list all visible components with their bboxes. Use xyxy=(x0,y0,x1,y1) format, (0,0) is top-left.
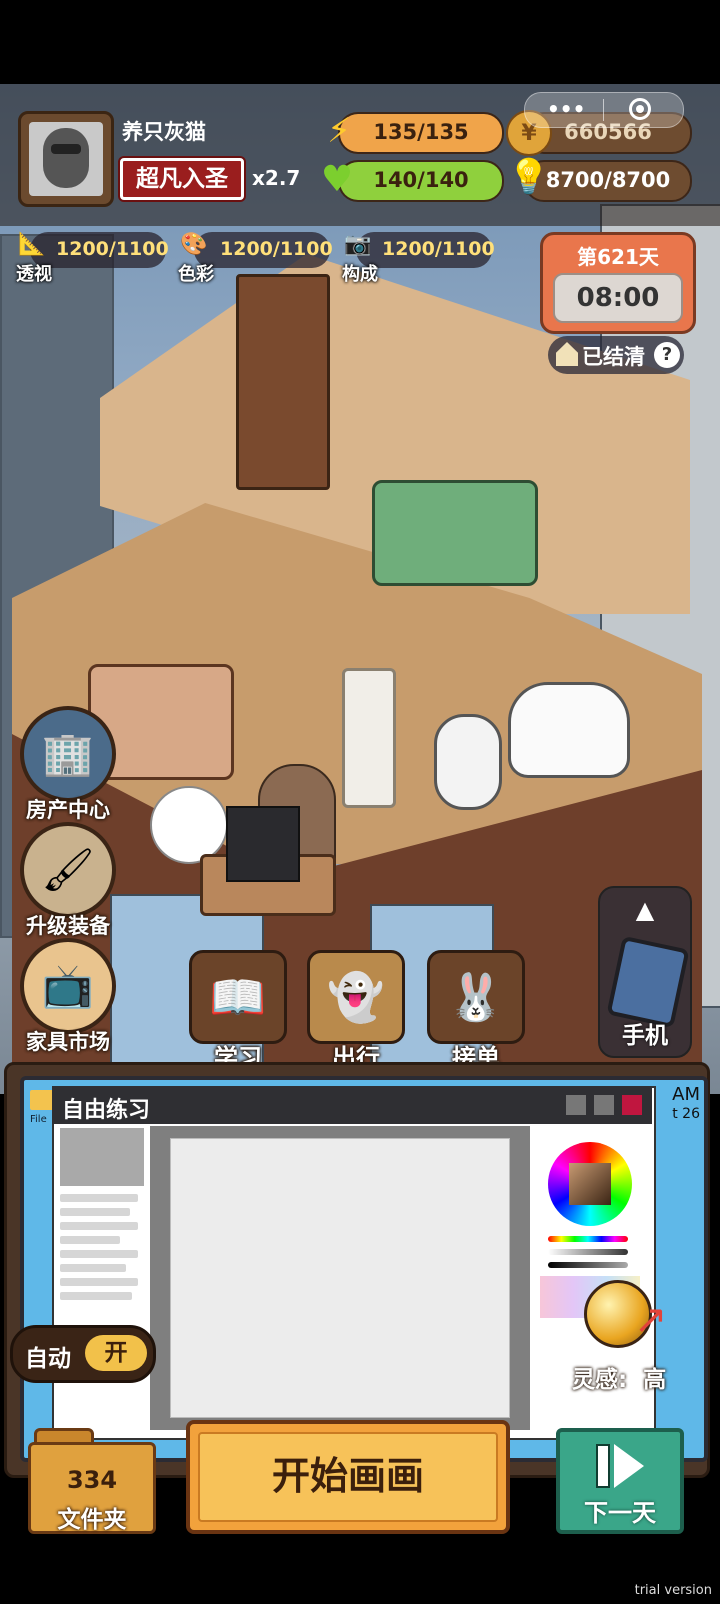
rabbit-icon: 🐰 xyxy=(427,950,525,1044)
auto-label: 自动 xyxy=(25,1346,71,1372)
mini-program-capsule: ••• xyxy=(524,92,684,128)
book-icon: 📖 xyxy=(189,950,287,1044)
expand-arrow-icon[interactable]: ▲ xyxy=(600,896,690,924)
heart-icon: ♥ xyxy=(320,158,354,200)
health-value: 140/140 xyxy=(373,168,469,192)
ghost-icon: 👻 xyxy=(307,950,405,1044)
rank-multiplier: x2.7 xyxy=(252,166,301,190)
side-menu-label: 房产中心 xyxy=(26,798,110,822)
skill-value: 1200/1100 xyxy=(382,238,495,260)
ruler-icon: 📐 xyxy=(18,232,46,257)
avatar[interactable] xyxy=(18,111,114,207)
travel-button[interactable]: 👻 出行 xyxy=(304,950,408,1073)
value-slider[interactable] xyxy=(548,1262,628,1268)
saturation-slider[interactable] xyxy=(548,1249,628,1255)
toilet[interactable] xyxy=(434,714,502,810)
rank-badge: 超凡入圣 xyxy=(120,158,244,200)
day-calendar[interactable]: 第621天 08:00 xyxy=(540,232,696,334)
health-bar: 140/140 xyxy=(338,160,504,202)
skill-label: 色彩 xyxy=(178,264,214,285)
building-icon: 🏢 xyxy=(20,706,116,802)
watermark: trial version xyxy=(634,1583,712,1598)
more-icon[interactable]: ••• xyxy=(547,97,585,121)
inspiration-label: 灵感: xyxy=(572,1367,628,1393)
energy-value: 135/135 xyxy=(373,120,469,144)
play-icon xyxy=(614,1444,644,1488)
day-label: 第621天 xyxy=(577,245,659,269)
tv-furniture-icon: 📺 xyxy=(20,938,116,1034)
maximize-button[interactable] xyxy=(594,1095,614,1115)
game-clock: 08:00 xyxy=(553,273,683,323)
folder-icon xyxy=(30,1090,54,1110)
lightbulb-icon: 💡 xyxy=(507,157,551,197)
cleared-label: 已结清 xyxy=(582,345,645,369)
next-day-label: 下一天 xyxy=(584,1499,656,1527)
palette-icon: 🎨 xyxy=(180,232,208,257)
inspiration-level: 高 xyxy=(643,1367,667,1393)
help-icon[interactable]: ? xyxy=(654,342,680,368)
take-order-button[interactable]: 🐰 接单 xyxy=(424,950,528,1073)
start-drawing-button[interactable]: 开始画画 xyxy=(186,1420,510,1534)
bills-cleared-badge[interactable]: 已结清 ? xyxy=(548,336,684,374)
bathtub[interactable] xyxy=(508,682,630,778)
file-folder-button[interactable]: 334 文件夹 xyxy=(28,1428,156,1534)
skill-color: 1200/1100 xyxy=(194,232,333,268)
bed[interactable] xyxy=(372,480,538,586)
auto-toggle[interactable]: 自动 开 xyxy=(10,1325,156,1383)
tool-settings xyxy=(60,1190,144,1310)
folder-label: 文件夹 xyxy=(57,1507,127,1533)
close-button[interactable] xyxy=(622,1095,642,1115)
computer-monitor[interactable] xyxy=(226,806,300,882)
furniture-market-button[interactable]: 📺 家具市场 xyxy=(20,938,116,1056)
house-icon xyxy=(556,342,578,366)
color-square[interactable] xyxy=(569,1163,611,1205)
lightning-icon: ⚡ xyxy=(327,111,351,151)
phone-label: 手机 xyxy=(622,1023,668,1049)
side-menu-label: 升级装备 xyxy=(26,914,110,938)
phone-icon xyxy=(606,935,690,1029)
skip-icon xyxy=(596,1444,610,1488)
study-button[interactable]: 📖 学习 xyxy=(186,950,290,1073)
folder-count: 334 xyxy=(66,1466,118,1494)
date-fragment: t 26 xyxy=(672,1106,700,1122)
brush-preview xyxy=(60,1128,144,1186)
property-center-button[interactable]: 🏢 房产中心 xyxy=(20,706,116,824)
avatar-image xyxy=(29,122,103,196)
phone-panel[interactable]: ▲ 手机 xyxy=(598,886,692,1058)
inspiration-indicator: ↗ 灵感: 高 xyxy=(572,1278,692,1394)
clock-fragment: AM xyxy=(672,1084,700,1105)
energy-bar: 135/135 xyxy=(338,112,504,154)
drawing-canvas[interactable] xyxy=(150,1126,530,1430)
app-titlebar: 自由练习 xyxy=(52,1086,652,1124)
minimize-button[interactable] xyxy=(566,1095,586,1115)
wardrobe[interactable] xyxy=(236,274,330,490)
hue-slider[interactable] xyxy=(548,1236,628,1242)
start-drawing-label: 开始画画 xyxy=(198,1432,498,1522)
auto-state[interactable]: 开 xyxy=(85,1335,147,1371)
camera-icon: 📷 xyxy=(344,232,372,257)
color-wheel[interactable] xyxy=(548,1142,632,1226)
skill-label: 透视 xyxy=(16,264,52,285)
white-dog[interactable] xyxy=(150,786,228,864)
side-menu-label: 家具市场 xyxy=(26,1030,110,1054)
upgrade-equipment-button[interactable]: 🖌 升级装备 xyxy=(20,822,116,940)
player-name: 养只灰猫 xyxy=(122,120,206,144)
brush-pen-icon: 🖌 xyxy=(20,822,116,918)
desktop-file-label: File xyxy=(30,1114,47,1125)
skill-value: 1200/1100 xyxy=(56,238,169,260)
air-conditioner[interactable] xyxy=(342,668,396,808)
skill-label: 构成 xyxy=(342,264,378,285)
app-title: 自由练习 xyxy=(62,1098,151,1123)
trend-up-icon: ↗ xyxy=(634,1297,668,1343)
idea-value: 8700/8700 xyxy=(545,168,671,192)
close-capsule-icon[interactable] xyxy=(629,98,651,120)
skill-value: 1200/1100 xyxy=(220,238,333,260)
next-day-button[interactable]: 下一天 xyxy=(556,1428,684,1534)
